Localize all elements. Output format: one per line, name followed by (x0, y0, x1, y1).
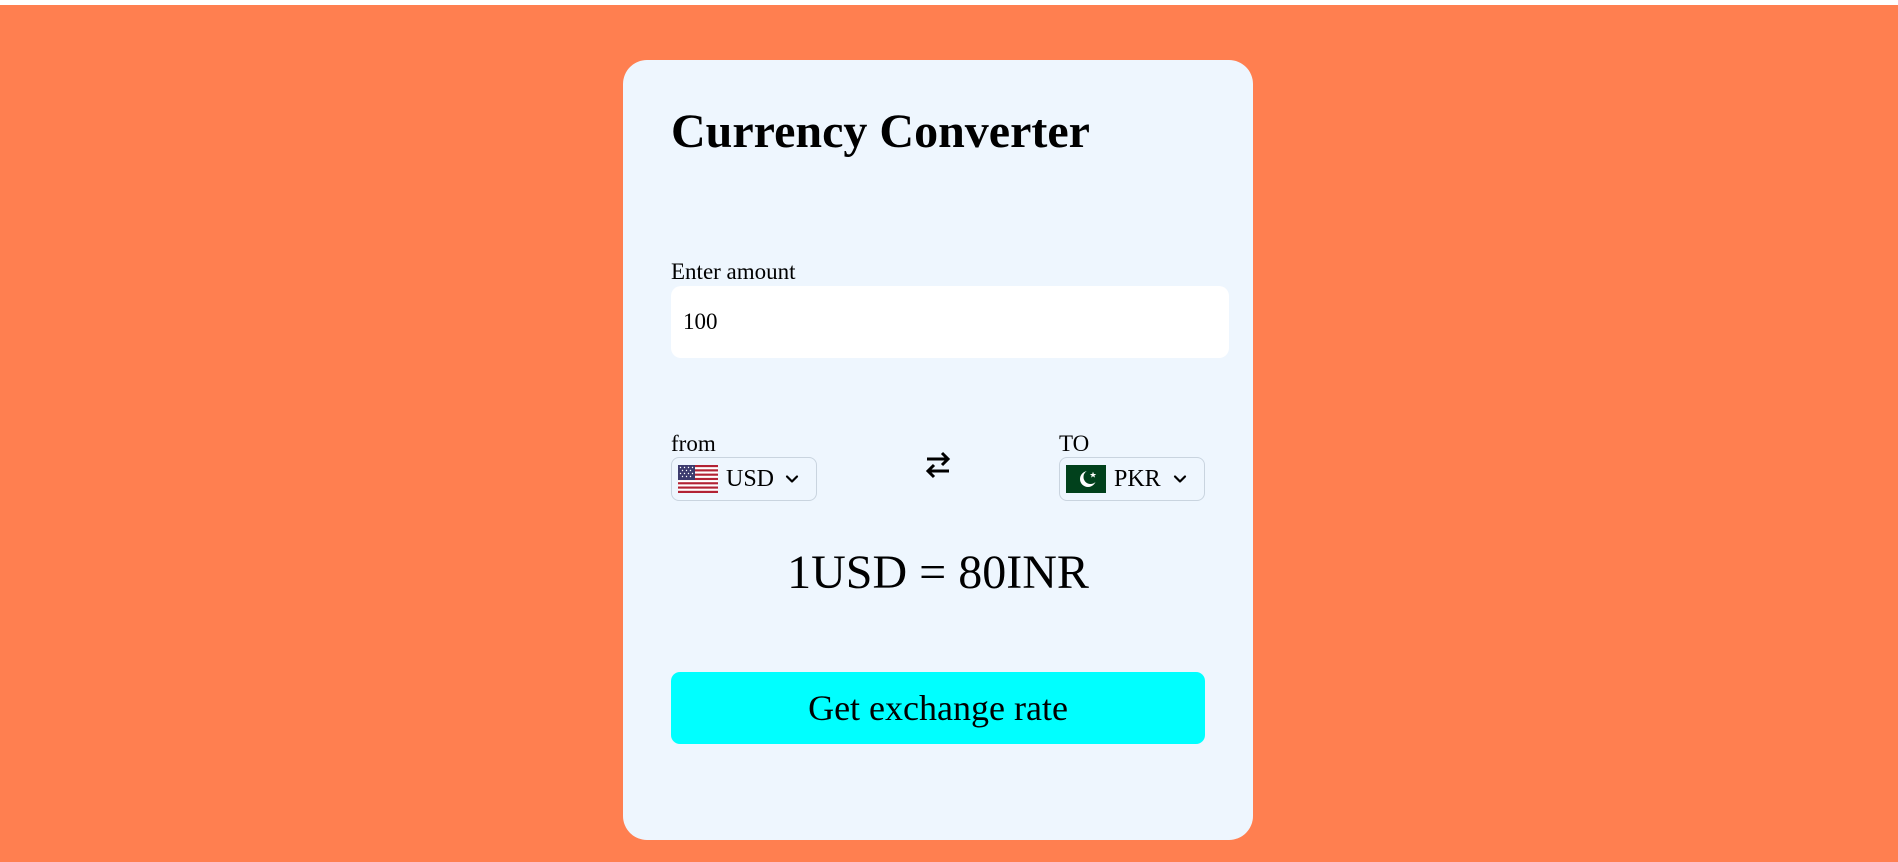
get-exchange-rate-button[interactable]: Get exchange rate (671, 672, 1205, 744)
us-flag-icon (678, 465, 718, 493)
exchange-rate-text: 1USD = 80INR (787, 546, 1089, 599)
from-currency-code: USD (726, 465, 775, 492)
from-currency-select[interactable]: USD (671, 457, 817, 501)
amount-label: Enter amount (671, 259, 796, 284)
converter-card: Currency Converter Enter amount from USD (623, 60, 1253, 840)
chevron-down-icon (785, 475, 799, 483)
pk-flag-icon (1066, 465, 1106, 493)
to-currency-select[interactable]: PKR (1059, 457, 1205, 501)
page-title: Currency Converter (671, 105, 1090, 158)
swap-arrows-icon[interactable] (923, 450, 953, 480)
from-label: from (671, 431, 716, 456)
amount-input[interactable] (671, 286, 1229, 358)
top-border (0, 0, 1898, 5)
to-label: TO (1059, 431, 1090, 456)
chevron-down-icon (1173, 475, 1187, 483)
to-currency-code: PKR (1114, 465, 1161, 492)
